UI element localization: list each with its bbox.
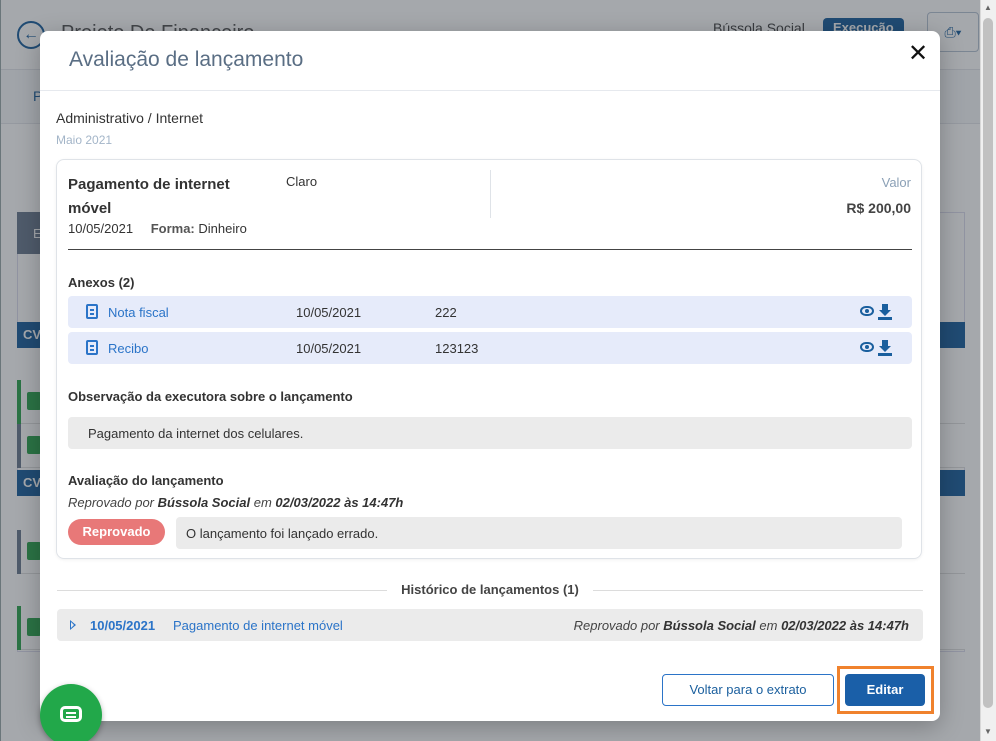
entry-date: 10/05/2021 (68, 221, 134, 236)
history-description: Pagamento de internet móvel (173, 618, 343, 633)
value-label: Valor (881, 175, 911, 190)
history-prefix: Reprovado por (573, 618, 660, 633)
divider (68, 249, 912, 250)
history-row[interactable]: 10/05/2021 Pagamento de internet móvel R… (57, 609, 923, 641)
entry-description: Pagamento de internet móvel (68, 176, 230, 217)
evaluation-prefix: Reprovado por (68, 495, 154, 510)
payment-form-value: Dinheiro (198, 221, 247, 236)
history-date: 10/05/2021 (90, 618, 156, 633)
attachment-name[interactable]: Recibo (108, 341, 148, 356)
status-badge: Reprovado (68, 519, 165, 545)
modal-title: Avaliação de lançamento (69, 48, 304, 71)
evaluation-comment: O lançamento foi lançado errado. (186, 526, 379, 541)
attachment-date: 10/05/2021 (296, 305, 362, 320)
attachment-date: 10/05/2021 (296, 341, 362, 356)
eye-icon[interactable] (860, 342, 874, 352)
scroll-down-icon[interactable]: ▼ (983, 727, 993, 737)
edit-button[interactable]: Editar (845, 674, 925, 706)
download-icon[interactable] (878, 340, 892, 356)
entry-date-line: 10/05/2021 Forma: Dinheiro (68, 221, 247, 236)
evaluation-meta: Reprovado por Bússola Social em 02/03/20… (68, 495, 403, 510)
close-icon[interactable]: ✕ (906, 42, 930, 67)
receipt-icon (86, 340, 98, 355)
attachment-number: 222 (435, 305, 457, 320)
observation-text: Pagamento da internet dos celulares. (88, 426, 304, 441)
chat-button[interactable] (40, 684, 102, 741)
history-evaluator: Bússola Social (663, 618, 756, 633)
evaluation-title: Avaliação do lançamento (68, 473, 224, 488)
entry-value: R$ 200,00 (846, 200, 911, 216)
evaluation-datetime: 02/03/2022 às 14:47h (275, 495, 404, 510)
month-label: Maio 2021 (56, 133, 113, 147)
evaluation-connector: em (253, 495, 272, 510)
attachment-row: Nota fiscal 10/05/2021 222 (68, 296, 912, 328)
history-meta: Reprovado por Bússola Social em 02/03/20… (574, 618, 909, 633)
modal-header: Avaliação de lançamento ✕ (40, 31, 940, 91)
evaluation-modal: Avaliação de lançamento ✕ Administrativo… (40, 31, 940, 721)
observation-box: Pagamento da internet dos celulares. (68, 417, 912, 449)
attachment-number: 123123 (435, 341, 479, 356)
receipt-icon (86, 304, 98, 319)
scrollbar-thumb[interactable] (983, 18, 993, 708)
evaluator-name: Bússola Social (157, 495, 251, 510)
history-connector: em (759, 618, 778, 633)
breadcrumb: Administrativo / Internet (56, 110, 204, 126)
attachment-row: Recibo 10/05/2021 123123 (68, 332, 912, 364)
attachments-title: Anexos (2) (68, 275, 135, 290)
history-title: Histórico de lançamentos (1) (390, 582, 590, 597)
divider (593, 590, 923, 591)
divider (490, 170, 491, 218)
divider (57, 590, 387, 591)
scroll-up-icon[interactable]: ▲ (983, 3, 993, 13)
entry-vendor: Claro (286, 174, 318, 189)
payment-form-label: Forma: (150, 221, 195, 236)
evaluation-comment-box: O lançamento foi lançado errado. (176, 517, 902, 549)
download-icon[interactable] (878, 304, 892, 320)
chat-icon (60, 706, 82, 722)
back-to-statement-button[interactable]: Voltar para o extrato (662, 674, 834, 706)
observation-title: Observação da executora sobre o lançamen… (68, 389, 353, 404)
history-datetime: 02/03/2022 às 14:47h (781, 618, 909, 633)
caret-right-icon[interactable] (70, 620, 76, 630)
eye-icon[interactable] (860, 306, 874, 316)
entry-card: Pagamento de internet móvel Claro 10/05/… (56, 159, 922, 559)
attachment-name[interactable]: Nota fiscal (108, 305, 169, 320)
